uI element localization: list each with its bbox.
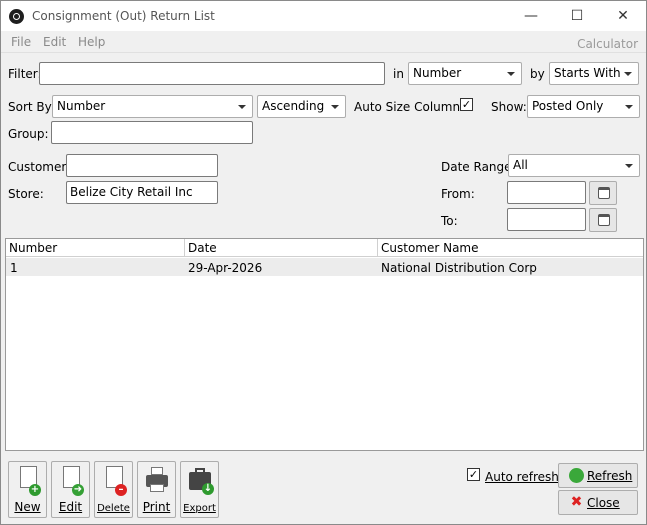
edit-button[interactable]: ➜ Edit xyxy=(51,461,90,518)
auto-refresh-label: Auto refresh xyxy=(485,470,559,484)
maximize-icon[interactable]: ☐ xyxy=(554,1,600,31)
filter-input[interactable] xyxy=(39,62,385,85)
chevron-down-icon xyxy=(507,72,515,76)
cell-customer-name: National Distribution Corp xyxy=(381,261,537,275)
export-button[interactable]: ↓ Export xyxy=(180,461,219,518)
close-window-icon[interactable]: ✕ xyxy=(600,1,646,31)
group-input[interactable] xyxy=(51,121,253,144)
filter-mode-value: Starts With xyxy=(554,66,621,80)
chevron-down-icon xyxy=(625,105,633,109)
refresh-button[interactable]: Refresh xyxy=(558,463,638,488)
show-select[interactable]: Posted Only xyxy=(527,95,640,118)
cell-date: 29-Apr-2026 xyxy=(188,261,263,275)
title-bar: Consignment (Out) Return List — ☐ ✕ xyxy=(1,1,646,31)
from-date-input[interactable] xyxy=(507,181,586,204)
filter-label: Filter: xyxy=(8,67,42,81)
menu-bar: File Edit Help Calculator xyxy=(1,31,646,53)
date-range-select[interactable]: All xyxy=(508,154,640,177)
from-label: From: xyxy=(441,187,475,201)
store-label: Store: xyxy=(8,187,44,201)
sort-by-select[interactable]: Number xyxy=(52,95,253,118)
refresh-button-label: Refresh xyxy=(587,469,633,483)
to-calendar-button[interactable] xyxy=(589,208,617,232)
delete-button[interactable]: – Delete xyxy=(94,461,133,518)
app-icon xyxy=(9,9,24,24)
menu-file[interactable]: File xyxy=(11,35,31,49)
store-input[interactable]: Belize City Retail Inc xyxy=(66,181,218,204)
chevron-down-icon xyxy=(331,105,339,109)
chevron-down-icon xyxy=(625,164,633,168)
edit-button-label: Edit xyxy=(58,500,83,514)
delete-document-icon: – xyxy=(103,466,127,496)
chevron-down-icon xyxy=(624,72,632,76)
sort-by-label: Sort By: xyxy=(8,100,55,114)
to-date-input[interactable] xyxy=(507,208,586,231)
calendar-icon xyxy=(598,214,610,226)
window-title: Consignment (Out) Return List xyxy=(32,9,215,23)
menu-help[interactable]: Help xyxy=(78,35,105,49)
to-label: To: xyxy=(441,214,458,228)
window: Consignment (Out) Return List — ☐ ✕ File… xyxy=(0,0,647,525)
date-range-label: Date Range: xyxy=(441,160,516,174)
chevron-down-icon xyxy=(238,105,246,109)
auto-refresh-checkbox[interactable]: ✓ xyxy=(467,468,480,481)
filter-field-select[interactable]: Number xyxy=(408,62,522,85)
auto-size-columns-label: Auto Size Columns xyxy=(354,100,467,114)
new-document-icon: + xyxy=(17,466,41,496)
customer-label: Customer: xyxy=(8,160,71,174)
results-grid[interactable]: Number Date Customer Name 1 29-Apr-2026 … xyxy=(5,238,644,451)
auto-size-columns-checkbox[interactable]: ✓ xyxy=(460,98,473,111)
export-button-label: Export xyxy=(183,503,216,514)
edit-document-icon: ➜ xyxy=(60,466,84,496)
column-header-customer-name[interactable]: Customer Name xyxy=(378,239,643,257)
group-label: Group: xyxy=(8,127,49,141)
sort-by-value: Number xyxy=(57,99,106,113)
export-icon: ↓ xyxy=(189,466,214,495)
close-button-label: Close xyxy=(587,496,620,510)
minimize-icon[interactable]: — xyxy=(508,1,554,31)
date-range-value: All xyxy=(513,158,528,172)
sort-order-value: Ascending xyxy=(262,99,325,113)
refresh-icon xyxy=(569,468,584,483)
calculator-link[interactable]: Calculator xyxy=(577,37,638,51)
filter-mode-select[interactable]: Starts With xyxy=(549,62,639,85)
by-label: by xyxy=(530,67,545,81)
close-icon: ✖ xyxy=(570,494,583,510)
show-value: Posted Only xyxy=(532,99,604,113)
table-row[interactable]: 1 29-Apr-2026 National Distribution Corp xyxy=(6,258,643,276)
show-label: Show: xyxy=(491,100,527,114)
column-header-date[interactable]: Date xyxy=(185,239,378,257)
delete-button-label: Delete xyxy=(97,503,130,514)
filter-field-value: Number xyxy=(413,66,462,80)
from-calendar-button[interactable] xyxy=(589,181,617,205)
close-button[interactable]: ✖ Close xyxy=(558,490,638,515)
menu-edit[interactable]: Edit xyxy=(43,35,66,49)
print-button-label: Print xyxy=(142,500,171,514)
column-header-number[interactable]: Number xyxy=(6,239,185,257)
new-button[interactable]: + New xyxy=(8,461,47,518)
new-button-label: New xyxy=(14,500,41,514)
customer-input[interactable] xyxy=(66,154,218,177)
printer-icon xyxy=(146,466,168,494)
print-button[interactable]: Print xyxy=(137,461,176,518)
in-label: in xyxy=(393,67,404,81)
calendar-icon xyxy=(598,187,610,199)
sort-order-select[interactable]: Ascending xyxy=(257,95,346,118)
cell-number: 1 xyxy=(10,261,18,275)
